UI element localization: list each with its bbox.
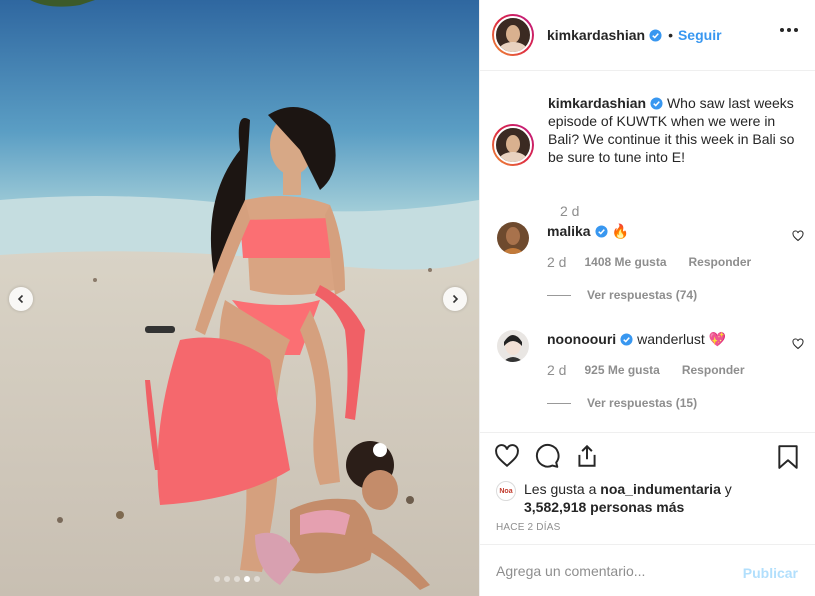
comment-like-heart-icon[interactable] [792, 230, 804, 242]
follow-button[interactable]: Seguir [678, 27, 722, 43]
comment-meta: 2 d 925 Me gusta Responder [547, 362, 745, 378]
publish-button[interactable]: Publicar [743, 565, 798, 581]
next-slide-button[interactable] [443, 287, 467, 311]
carousel-dot [254, 576, 260, 582]
carousel-dot-active [244, 576, 250, 582]
view-replies-label: Ver respuestas (15) [587, 396, 698, 410]
comment-meta: 2 d 1408 Me gusta Responder [547, 254, 751, 270]
post-header: kimkardashian • Seguir [480, 0, 815, 71]
caption-text: kimkardashian Who saw last weeks episode… [548, 94, 798, 166]
comment-age: 2 d [547, 254, 567, 270]
comment-body: wanderlust 💖 [637, 331, 727, 347]
liker-username[interactable]: noa_indumentaria [600, 481, 721, 497]
commenter-username[interactable]: noonoouri [547, 331, 616, 347]
view-replies-label: Ver respuestas (74) [587, 288, 698, 302]
commenter-avatar[interactable] [497, 330, 529, 362]
comment-like-heart-icon[interactable] [792, 338, 804, 350]
comment-age: 2 d [547, 362, 567, 378]
author-avatar[interactable] [492, 14, 534, 56]
post-timestamp: HACE 2 DÍAS [496, 522, 561, 533]
reply-button[interactable]: Responder [689, 255, 752, 269]
comment-likes[interactable]: 925 Me gusta [584, 363, 659, 377]
share-icon [578, 444, 596, 467]
comment-text: malika 🔥 [547, 222, 629, 240]
likes-prefix: Les gusta a [524, 481, 601, 497]
author-username[interactable]: kimkardashian [547, 27, 645, 43]
verified-badge-icon [595, 225, 608, 238]
comment-body: 🔥 [611, 223, 629, 239]
heart-icon [495, 444, 519, 468]
add-comment-bar: Publicar [480, 544, 815, 596]
carousel-dot [214, 576, 220, 582]
comment-button[interactable] [534, 443, 560, 472]
likes-conjunction: y [720, 481, 732, 497]
comment-bubble-icon [535, 443, 560, 468]
post-media[interactable] [0, 0, 479, 596]
reply-button[interactable]: Responder [682, 363, 745, 377]
likes-count[interactable]: 3,582,918 personas más [524, 499, 684, 515]
verified-badge-icon [620, 333, 633, 346]
instagram-post: kimkardashian • Seguir kimkardashian Who… [0, 0, 815, 596]
chevron-right-icon [452, 294, 459, 304]
caption-username[interactable]: kimkardashian [548, 95, 646, 111]
post-actions: Noa Les gusta a noa_indumentaria y 3,582… [480, 432, 815, 544]
caption-age: 2 d [560, 203, 580, 219]
share-button[interactable] [574, 443, 600, 472]
caption-author-avatar[interactable] [492, 124, 534, 166]
post-sidebar: kimkardashian • Seguir kimkardashian Who… [479, 0, 815, 596]
comment-input[interactable] [496, 562, 736, 579]
more-options-icon[interactable] [780, 28, 798, 32]
commenter-avatar[interactable] [497, 222, 529, 254]
view-replies-button[interactable]: Ver respuestas (15) [547, 396, 697, 410]
commenter-username[interactable]: malika [547, 223, 591, 239]
previous-slide-button[interactable] [9, 287, 33, 311]
beach-photo [0, 0, 479, 596]
comments-section: kimkardashian Who saw last weeks episode… [480, 72, 815, 432]
comment-text: noonoouri wanderlust 💖 [547, 330, 726, 348]
comment-likes[interactable]: 1408 Me gusta [584, 255, 666, 269]
save-button[interactable] [776, 444, 800, 473]
chevron-left-icon [17, 294, 24, 304]
carousel-indicator [214, 576, 260, 582]
likes-text: Les gusta a noa_indumentaria y 3,582,918… [524, 480, 796, 516]
carousel-dot [234, 576, 240, 582]
liker-avatar[interactable]: Noa [496, 481, 516, 501]
likes-summary: Noa Les gusta a noa_indumentaria y 3,582… [496, 480, 796, 516]
separator-dot: • [668, 27, 673, 43]
like-button[interactable] [494, 443, 520, 472]
carousel-dot [224, 576, 230, 582]
verified-badge-icon [650, 97, 663, 110]
verified-badge-icon [649, 28, 662, 42]
view-replies-button[interactable]: Ver respuestas (74) [547, 288, 697, 302]
bookmark-icon [778, 445, 798, 469]
